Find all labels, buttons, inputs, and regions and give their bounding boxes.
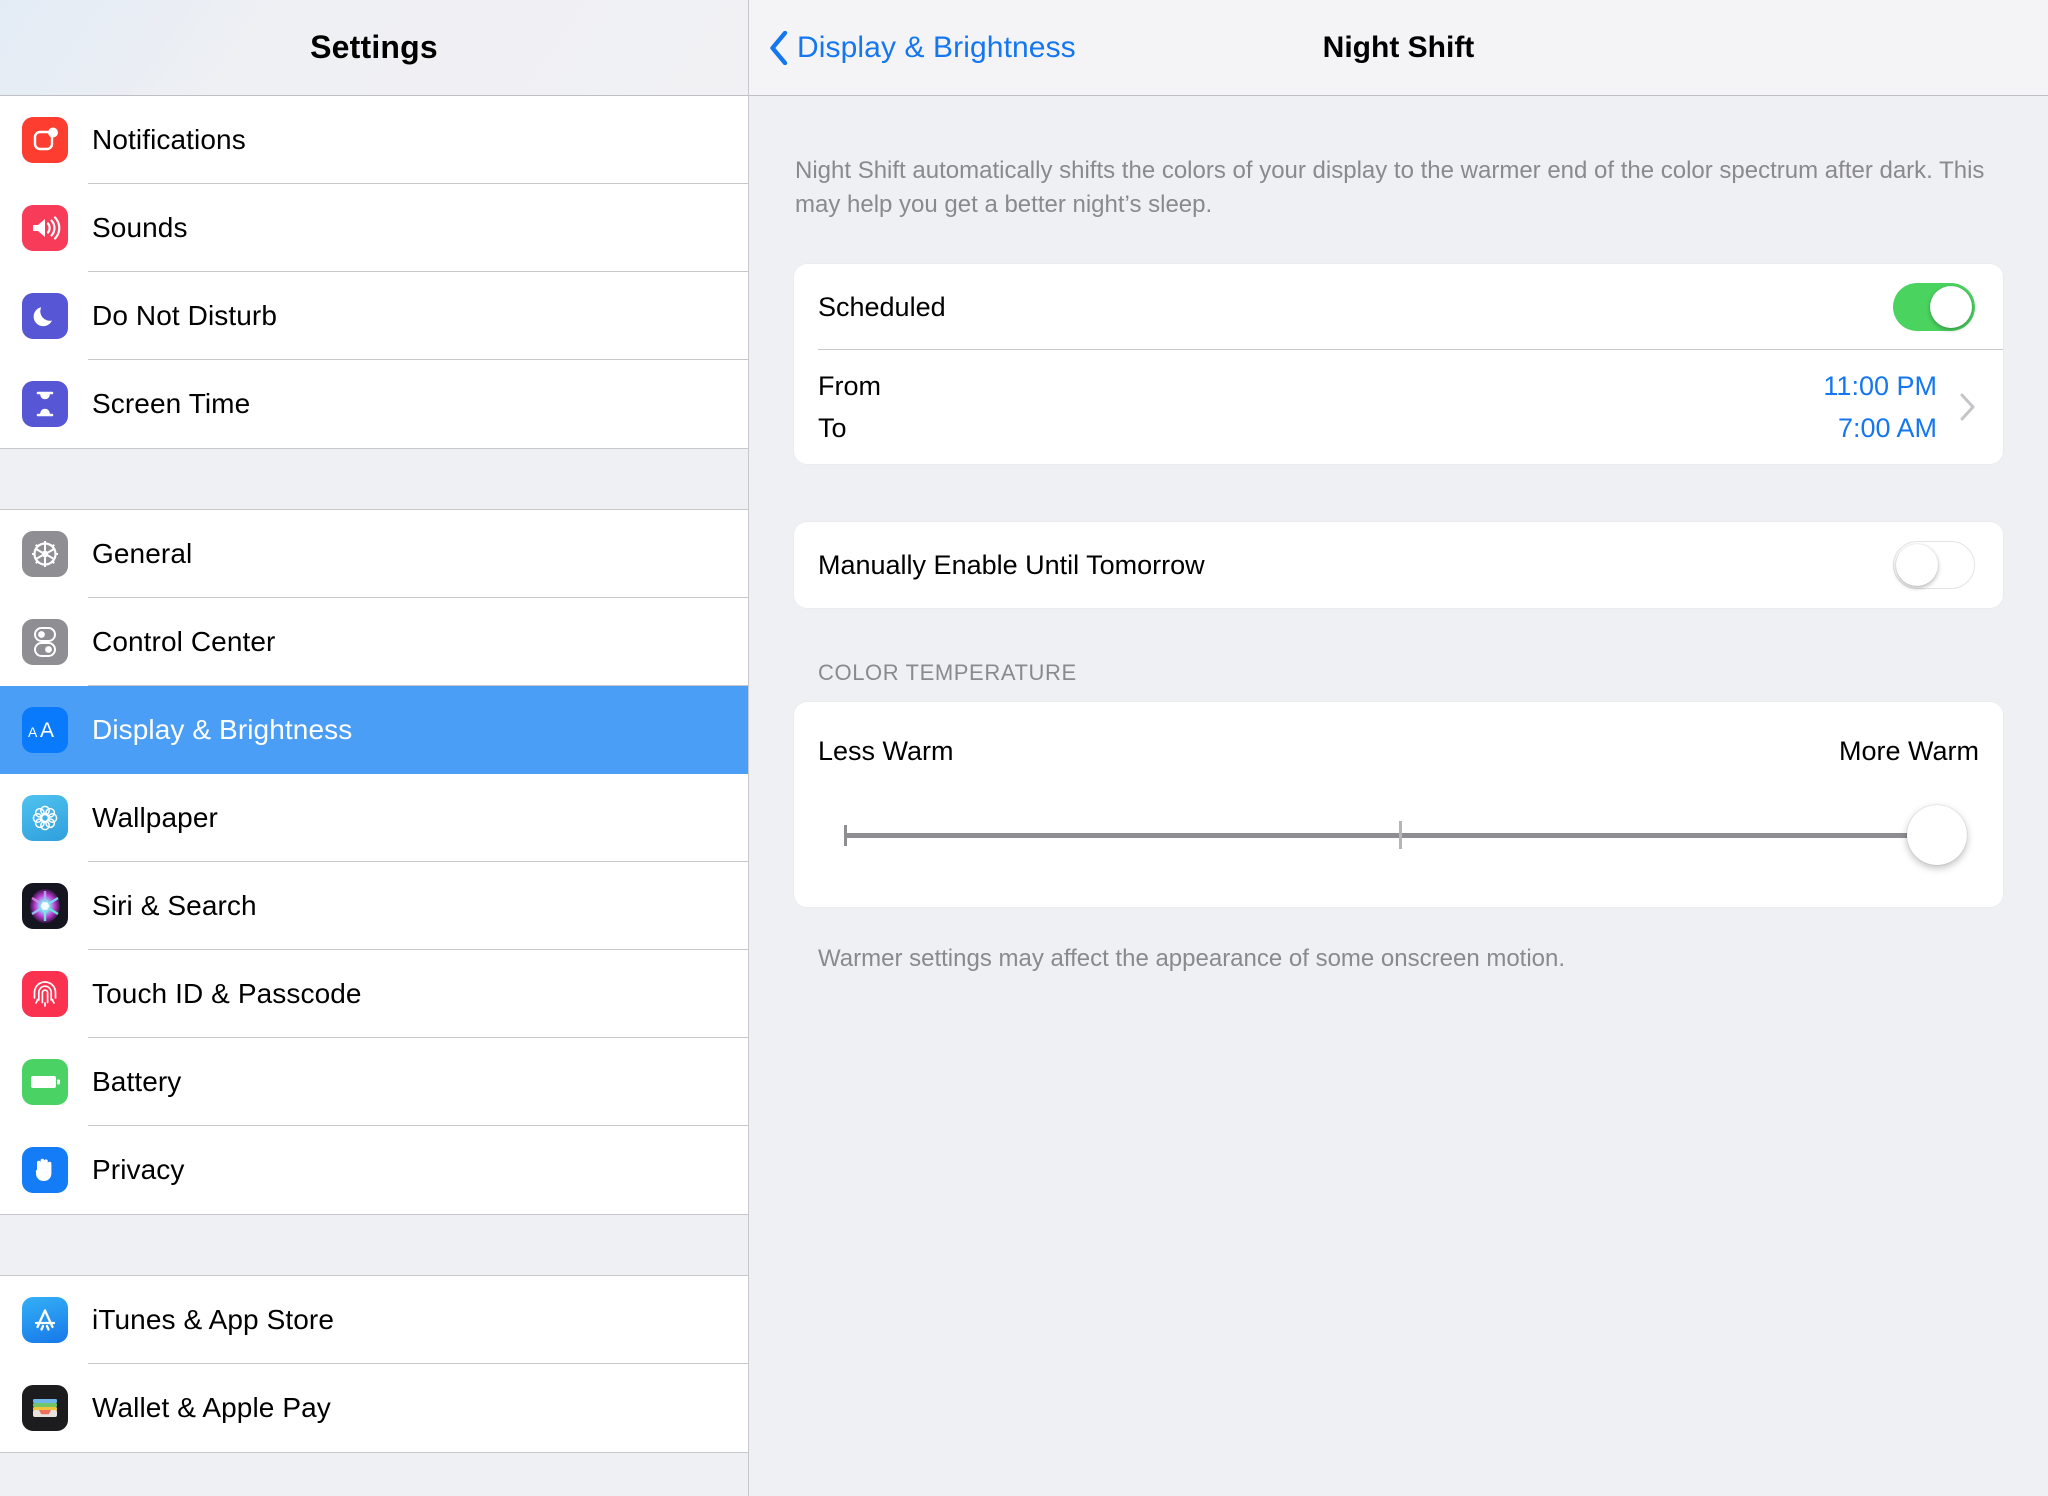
wallet-icon xyxy=(22,1385,68,1431)
sidebar-item-sounds[interactable]: Sounds xyxy=(0,184,748,272)
row-separator xyxy=(818,349,2003,350)
scheduled-row[interactable]: Scheduled xyxy=(794,264,2003,350)
sidebar-item-label: iTunes & App Store xyxy=(92,1304,335,1335)
notifications-icon xyxy=(22,117,68,163)
night-shift-detail-panel: Display & Brightness Night Shift Night S… xyxy=(749,0,2048,1496)
sounds-icon xyxy=(22,205,68,251)
do-not-disturb-icon xyxy=(22,293,68,339)
chevron-right-icon xyxy=(1960,393,1975,421)
from-to-row[interactable]: From To 11:00 PM 7:00 AM xyxy=(794,350,2003,464)
display-brightness-icon: A A xyxy=(22,707,68,753)
sidebar-item-display-brightness[interactable]: A A Display & Brightness xyxy=(0,686,748,774)
from-to-values: 11:00 PM 7:00 AM xyxy=(1823,368,1937,446)
schedule-card: Scheduled From To 11:00 PM 7:00 AM xyxy=(794,264,2003,464)
slider-end-labels: Less Warm More Warm xyxy=(818,736,1979,767)
manual-enable-label: Manually Enable Until Tomorrow xyxy=(818,549,1205,580)
detail-body: Night Shift automatically shifts the col… xyxy=(749,154,2048,973)
toggle-knob xyxy=(1895,543,1938,586)
svg-text:A: A xyxy=(28,724,38,740)
sidebar-item-label: Notifications xyxy=(92,124,246,155)
sidebar-item-wallet-apple-pay[interactable]: Wallet & Apple Pay xyxy=(0,1364,748,1452)
slider-midpoint-tick xyxy=(1398,821,1402,849)
back-button[interactable]: Display & Brightness xyxy=(769,30,1076,65)
to-label: To xyxy=(818,413,847,443)
siri-icon xyxy=(22,883,68,929)
app-store-icon xyxy=(22,1297,68,1343)
from-label: From xyxy=(818,371,881,401)
slider-left-cap xyxy=(844,825,847,846)
sidebar-item-label: Privacy xyxy=(92,1154,185,1185)
sidebar-scroll-area[interactable]: Notifications Sounds Do Not Disturb Scre… xyxy=(0,96,748,1496)
slider-track xyxy=(844,833,1943,838)
to-value: 7:00 AM xyxy=(1837,413,1937,443)
screen-time-icon xyxy=(22,381,68,427)
color-temperature-slider[interactable] xyxy=(818,799,1979,869)
back-button-label: Display & Brightness xyxy=(797,30,1076,64)
page-title: Settings xyxy=(310,29,438,65)
color-temperature-footnote: Warmer settings may affect the appearanc… xyxy=(818,945,1566,972)
manual-enable-row[interactable]: Manually Enable Until Tomorrow xyxy=(794,522,2003,608)
sidebar-item-privacy[interactable]: Privacy xyxy=(0,1126,748,1214)
toggle-knob xyxy=(1930,286,1972,328)
wallpaper-icon xyxy=(22,795,68,841)
sidebar-item-label: Wallet & Apple Pay xyxy=(92,1392,331,1423)
sidebar-item-label: General xyxy=(92,538,193,569)
sidebar-item-siri-search[interactable]: Siri & Search xyxy=(0,862,748,950)
sidebar-item-touch-id-passcode[interactable]: Touch ID & Passcode xyxy=(0,950,748,1038)
scheduled-label: Scheduled xyxy=(818,291,946,322)
sidebar-item-label: Screen Time xyxy=(92,388,251,419)
chevron-left-icon xyxy=(770,30,788,65)
gear-icon xyxy=(22,531,68,577)
from-to-labels: From To xyxy=(818,368,881,446)
manual-enable-toggle[interactable] xyxy=(1893,541,1975,589)
less-warm-label: Less Warm xyxy=(818,736,954,766)
control-center-icon xyxy=(22,619,68,665)
sidebar-item-itunes-app-store[interactable]: iTunes & App Store xyxy=(0,1276,748,1364)
sidebar-item-screen-time[interactable]: Screen Time xyxy=(0,360,748,448)
color-temperature-section-label: COLOR TEMPERATURE xyxy=(818,660,1077,685)
sidebar-group-gap xyxy=(0,448,748,510)
manual-enable-card: Manually Enable Until Tomorrow xyxy=(794,522,2003,608)
sidebar-group-gap xyxy=(0,1452,748,1496)
sidebar-item-label: Wallpaper xyxy=(92,802,218,833)
privacy-hand-icon xyxy=(22,1147,68,1193)
sidebar-item-control-center[interactable]: Control Center xyxy=(0,598,748,686)
from-value: 11:00 PM xyxy=(1823,371,1937,401)
ipad-settings-screen: Settings Notifications Sounds Do Not Dis… xyxy=(0,0,2048,1496)
sidebar-item-do-not-disturb[interactable]: Do Not Disturb xyxy=(0,272,748,360)
sidebar-item-battery[interactable]: Battery xyxy=(0,1038,748,1126)
sidebar-header: Settings xyxy=(0,0,748,96)
sidebar-item-label: Control Center xyxy=(92,626,276,657)
sidebar-item-label: Display & Brightness xyxy=(92,714,353,745)
sidebar-item-wallpaper[interactable]: Wallpaper xyxy=(0,774,748,862)
sidebar-item-label: Battery xyxy=(92,1066,182,1097)
settings-sidebar: Settings Notifications Sounds Do Not Dis… xyxy=(0,0,749,1496)
fingerprint-icon xyxy=(22,971,68,1017)
slider-thumb[interactable] xyxy=(1907,805,1967,865)
sidebar-group-gap xyxy=(0,1214,748,1276)
sidebar-item-label: Sounds xyxy=(92,212,188,243)
more-warm-label: More Warm xyxy=(1839,736,1979,766)
scheduled-toggle[interactable] xyxy=(1893,283,1975,331)
sidebar-item-label: Siri & Search xyxy=(92,890,257,921)
svg-text:A: A xyxy=(40,719,54,742)
color-temperature-card: Less Warm More Warm xyxy=(794,702,2003,907)
battery-icon xyxy=(22,1059,68,1105)
night-shift-description: Night Shift automatically shifts the col… xyxy=(795,157,1985,218)
sidebar-item-label: Do Not Disturb xyxy=(92,300,278,331)
detail-header: Display & Brightness Night Shift xyxy=(749,0,2048,96)
sidebar-item-label: Touch ID & Passcode xyxy=(92,978,362,1009)
sidebar-item-notifications[interactable]: Notifications xyxy=(0,96,748,184)
sidebar-item-general[interactable]: General xyxy=(0,510,748,598)
